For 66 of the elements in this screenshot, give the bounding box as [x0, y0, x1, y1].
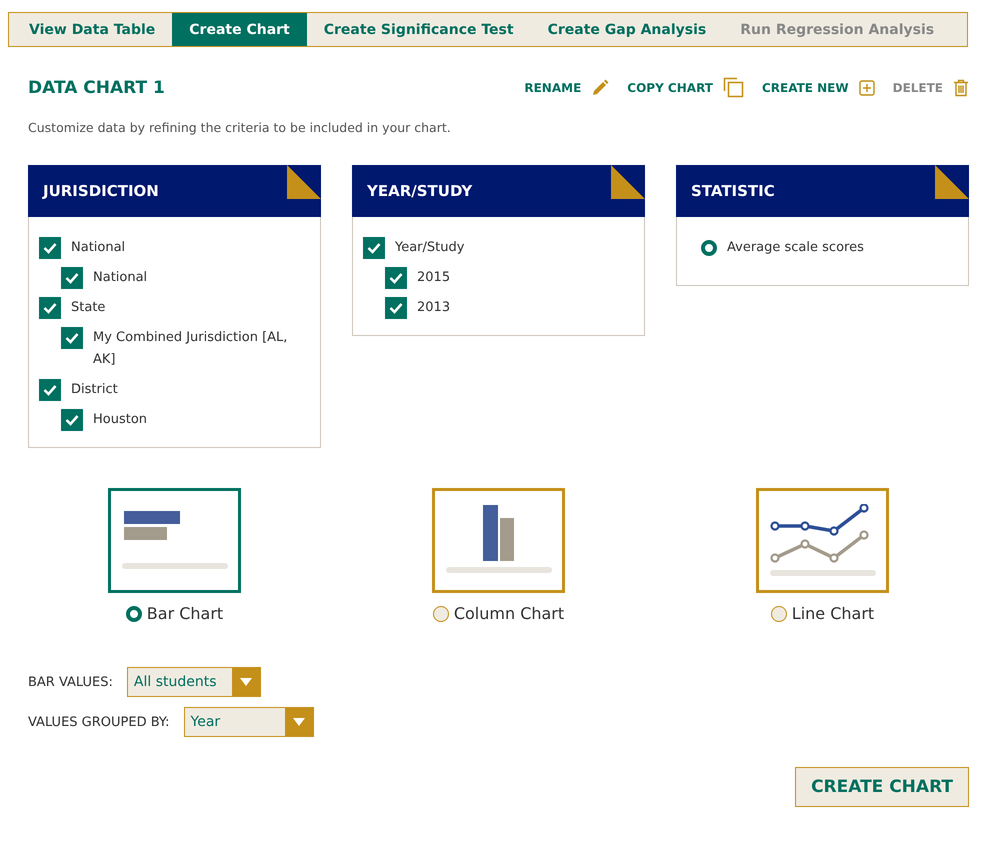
- caret-icon: [292, 718, 305, 726]
- checkbox[interactable]: [39, 297, 61, 319]
- dropdown-label: BAR VALUES:: [28, 674, 113, 690]
- tab[interactable]: Create Gap Analysis: [530, 13, 724, 46]
- create-chart-button[interactable]: CREATE CHART: [795, 767, 969, 807]
- checkmark-icon: [43, 242, 57, 254]
- option-label: Bar Chart: [146, 603, 224, 625]
- radio-button[interactable]: [770, 606, 787, 622]
- option-label: National: [71, 239, 126, 257]
- checkmark-icon: [65, 272, 79, 284]
- chart-type-option[interactable]: [756, 488, 889, 593]
- option-label: 2015: [417, 269, 450, 287]
- dropdown[interactable]: All students: [126, 667, 261, 697]
- checkbox[interactable]: [39, 379, 61, 401]
- checkbox[interactable]: [61, 267, 83, 289]
- chart-type-option[interactable]: [108, 488, 241, 593]
- checkbox[interactable]: [39, 237, 61, 259]
- option-label: 2013: [417, 299, 450, 317]
- action-button[interactable]: CREATE NEW: [762, 80, 875, 96]
- checkmark-icon: [43, 302, 57, 314]
- option-label: Line Chart: [792, 603, 874, 625]
- option-label: Average scale scores: [727, 239, 864, 257]
- checkmark-icon: [65, 332, 79, 344]
- tab[interactable]: View Data Table: [9, 13, 172, 46]
- radio-button[interactable]: [432, 606, 449, 622]
- action-button[interactable]: COPY CHART: [627, 77, 744, 98]
- chart-title: DATA CHART 1: [28, 78, 165, 98]
- tab[interactable]: Create Significance Test: [306, 13, 531, 46]
- panel-title: YEAR/STUDY: [366, 182, 472, 200]
- dropdown-label: VALUES GROUPED BY:: [28, 714, 170, 730]
- copy-icon: [722, 77, 744, 98]
- checkmark-icon: [367, 242, 381, 254]
- tab[interactable]: Create Chart: [172, 13, 307, 46]
- radio-button[interactable]: [126, 606, 142, 622]
- option-label: State: [71, 299, 106, 317]
- line-chart-icon: [770, 504, 876, 578]
- folded-corner-icon: [287, 165, 321, 199]
- chart-type-option[interactable]: [432, 488, 565, 593]
- description-text: Customize data by refining the criteria to be included in your chart.: [28, 120, 452, 135]
- option-label: Year/Study: [395, 239, 464, 257]
- option-label: My Combined Jurisdiction [AL, AK]: [93, 329, 288, 369]
- option-label: Column Chart: [454, 603, 564, 625]
- panel-title: STATISTIC: [690, 182, 775, 200]
- folded-corner-icon: [935, 165, 969, 199]
- checkmark-icon: [389, 302, 403, 314]
- option-label: Houston: [93, 411, 148, 429]
- panel-title: JURISDICTION: [41, 182, 159, 200]
- pencil-icon: [591, 78, 610, 96]
- trash-icon: [953, 78, 969, 96]
- checkbox[interactable]: [61, 327, 83, 349]
- caret-icon: [240, 678, 252, 686]
- option-label: National: [93, 269, 148, 287]
- checkmark-icon: [389, 272, 403, 284]
- dropdown[interactable]: Year: [184, 707, 314, 737]
- option-label: District: [71, 381, 118, 399]
- checkbox[interactable]: [61, 409, 83, 431]
- action-button[interactable]: RENAME: [524, 78, 610, 96]
- checkmark-icon: [65, 414, 79, 426]
- checkbox[interactable]: [363, 237, 385, 259]
- bar-chart-icon: [122, 510, 228, 570]
- folded-corner-icon: [611, 165, 645, 199]
- checkbox[interactable]: [385, 297, 407, 319]
- add-icon: [858, 80, 875, 96]
- radio-button[interactable]: [701, 240, 717, 256]
- checkmark-icon: [43, 384, 57, 396]
- checkbox[interactable]: [385, 267, 407, 289]
